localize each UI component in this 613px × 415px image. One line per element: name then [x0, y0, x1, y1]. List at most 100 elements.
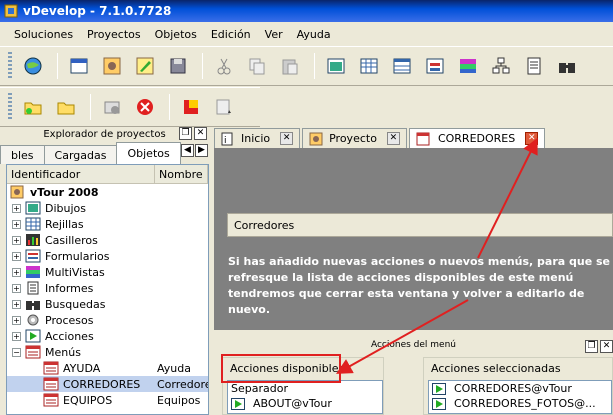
copy-icon[interactable] [242, 51, 272, 81]
column-header-name[interactable]: Nombre [155, 165, 208, 183]
expand-icon[interactable]: + [12, 315, 21, 325]
tree-item-menus[interactable]: − Menús [7, 344, 208, 360]
selected-actions-list[interactable]: CORREDORES@vTour CORREDORES_FOTOS@... [428, 380, 612, 414]
paste-icon[interactable] [275, 51, 305, 81]
close-icon[interactable]: ✕ [600, 340, 613, 353]
menu-icon [25, 345, 41, 359]
save-icon[interactable] [163, 51, 193, 81]
tree-item-label: MultiVistas [45, 265, 105, 279]
expand-icon[interactable]: + [12, 251, 21, 261]
delete-icon[interactable] [130, 92, 160, 122]
list-item[interactable]: CORREDORES_FOTOS@... [429, 396, 611, 411]
available-actions-list[interactable]: Separador ABOUT@vTour [227, 380, 383, 414]
menu-proyectos[interactable]: Proyectos [80, 28, 148, 41]
report-icon[interactable] [519, 51, 549, 81]
object-tree[interactable]: Identificador Nombre vTour 2008 + Dibujo… [6, 164, 209, 415]
menu-objetos[interactable]: Objetos [148, 28, 204, 41]
toolbar-separator [90, 94, 91, 120]
new-folder-icon[interactable] [18, 92, 48, 122]
properties-icon[interactable] [209, 92, 239, 122]
menu-icon [416, 132, 430, 145]
toolbar-grip[interactable] [8, 93, 12, 121]
tree-child-equipos[interactable]: EQUIPOS Equipos [7, 392, 208, 408]
selected-actions-label: Acciones seleccionadas [429, 362, 563, 375]
expand-icon[interactable]: + [12, 283, 21, 293]
globe-icon[interactable] [18, 51, 48, 81]
menu-edicion[interactable]: Edición [204, 28, 258, 41]
tab-corredores[interactable]: CORREDORES ✕ [408, 128, 546, 148]
tree-item-procesos[interactable]: + Procesos [7, 312, 208, 328]
expand-icon[interactable]: + [12, 203, 21, 213]
flag-icon[interactable] [176, 92, 206, 122]
tab-inicio[interactable]: i Inicio ✕ [214, 128, 301, 148]
expand-icon[interactable]: + [12, 219, 21, 229]
tree-item-acciones[interactable]: + Acciones [7, 328, 208, 344]
window-icon[interactable] [64, 51, 94, 81]
restore-icon[interactable]: ❐ [585, 340, 598, 353]
close-icon[interactable]: ✕ [280, 132, 294, 145]
multiview-icon[interactable] [453, 51, 483, 81]
list-item[interactable]: ABOUT@vTour [228, 396, 382, 411]
expand-icon[interactable]: + [12, 299, 21, 309]
tree-item-label: Informes [45, 281, 94, 295]
tree-item-label: Formularios [45, 249, 110, 263]
toolbar-grip[interactable] [8, 52, 12, 80]
report-icon [27, 281, 39, 295]
close-icon[interactable]: ✕ [194, 127, 207, 140]
tree-item-label: Busquedas [45, 297, 106, 311]
tab-tables[interactable]: bles [0, 145, 45, 164]
close-icon[interactable]: ✕ [386, 132, 400, 145]
expand-icon[interactable]: + [12, 235, 21, 245]
tree-item-dibujos[interactable]: + Dibujos [7, 200, 208, 216]
tree-item-busquedas[interactable]: + Busquedas [7, 296, 208, 312]
edit-icon[interactable] [130, 51, 160, 81]
tree-icon[interactable] [486, 51, 516, 81]
page-icon: i [221, 132, 233, 146]
form-icon[interactable] [420, 51, 450, 81]
window-title: vDevelop - 7.1.0.7728 [23, 4, 172, 18]
grid-icon[interactable] [354, 51, 384, 81]
tree-item-informes[interactable]: + Informes [7, 280, 208, 296]
folder-icon[interactable] [51, 92, 81, 122]
table-icon[interactable] [387, 51, 417, 81]
tree-child-id: EQUIPOS [63, 393, 113, 407]
menu-ver[interactable]: Ver [258, 28, 290, 41]
menu-soluciones[interactable]: Soluciones [0, 28, 80, 41]
menu-bar: Soluciones Proyectos Objetos Edición Ver… [0, 24, 613, 44]
chevron-right-icon[interactable]: ▶ [195, 144, 208, 157]
tab-objects[interactable]: Objetos [116, 142, 181, 164]
tree-child-ayuda[interactable]: AYUDA Ayuda [7, 360, 208, 376]
tab-loaded[interactable]: Cargadas [43, 145, 118, 164]
column-header-id[interactable]: Identificador [7, 165, 155, 183]
toolbar-separator [314, 53, 315, 79]
tree-child-id: AYUDA [63, 361, 101, 375]
picture-icon[interactable] [321, 51, 351, 81]
tree-root[interactable]: vTour 2008 [7, 184, 208, 200]
tree-item-formularios[interactable]: + Formularios [7, 248, 208, 264]
close-icon[interactable]: ✕ [525, 132, 539, 145]
list-item[interactable]: Separador [228, 381, 382, 396]
tab-label: Proyecto [329, 132, 377, 145]
menu-name-field[interactable]: Corredores [227, 213, 613, 237]
expand-icon[interactable]: + [12, 331, 21, 341]
list-item[interactable]: CORREDORES@vTour [429, 381, 611, 396]
tab-proyecto[interactable]: Proyecto ✕ [302, 128, 407, 148]
restore-icon[interactable]: ❐ [179, 127, 192, 140]
tree-item-casilleros[interactable]: + Casilleros [7, 232, 208, 248]
expand-icon[interactable]: + [12, 267, 21, 277]
tree-item-multivistas[interactable]: + MultiVistas [7, 264, 208, 280]
cut-icon[interactable] [209, 51, 239, 81]
title-bar: vDevelop - 7.1.0.7728 [0, 0, 613, 22]
menu-ayuda[interactable]: Ayuda [290, 28, 338, 41]
collapse-icon[interactable]: − [12, 347, 21, 357]
list-item-label: CORREDORES_FOTOS@... [454, 397, 596, 410]
binoculars-icon[interactable] [552, 51, 582, 81]
gear-icon[interactable] [97, 51, 127, 81]
chevron-left-icon[interactable]: ◀ [181, 144, 194, 157]
root-label: vTour 2008 [30, 185, 99, 199]
tree-child-corredores[interactable]: CORREDORES Corredore [7, 376, 208, 392]
tree-child-name: Ayuda [157, 361, 191, 375]
tree-item-label: Rejillas [45, 217, 84, 231]
remove-icon[interactable] [97, 92, 127, 122]
tree-item-rejillas[interactable]: + Rejillas [7, 216, 208, 232]
